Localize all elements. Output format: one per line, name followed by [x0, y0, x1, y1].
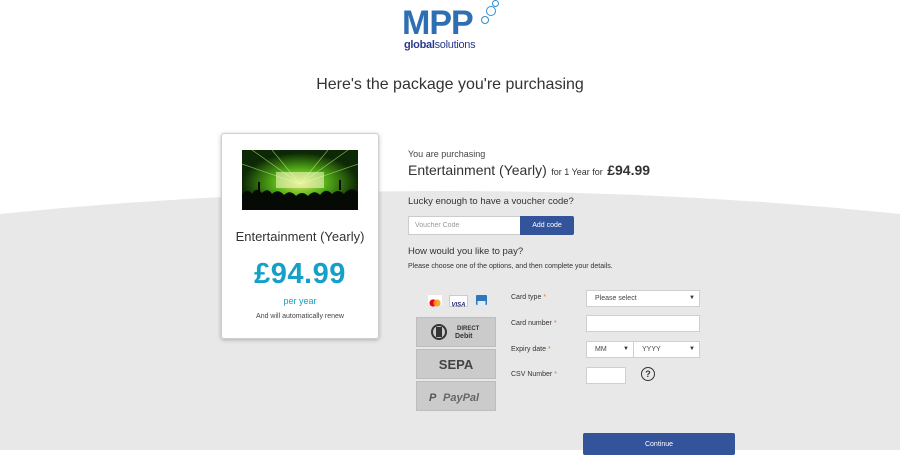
payment-method-direct-debit[interactable]: DIRECT Debit — [416, 317, 496, 347]
continue-button[interactable]: Continue — [583, 433, 735, 455]
mpp-logo: MPP globalsolutions — [402, 0, 502, 52]
card-renew-note: And will automatically renew — [256, 313, 344, 320]
logo-sub-text: globalsolutions — [404, 39, 476, 51]
csv-number-label: CSV Number * — [511, 371, 557, 378]
help-icon[interactable]: ? — [641, 367, 655, 381]
purchasing-label: You are purchasing — [408, 149, 486, 159]
mastercard-icon — [428, 295, 442, 307]
purchase-term: for 1 Year for — [551, 167, 603, 177]
paypal-icon: P PayPal — [429, 392, 480, 404]
page-title: Here's the package you're purchasing — [316, 76, 584, 93]
expiry-date-label: Expiry date * — [511, 346, 551, 353]
payment-method-paypal[interactable]: P PayPal — [416, 381, 496, 411]
expiry-year-select[interactable]: YYYY ▼ — [633, 341, 700, 358]
chevron-down-icon: ▼ — [623, 346, 629, 352]
purchase-summary: Entertainment (Yearly) for 1 Year for £9… — [408, 162, 650, 180]
add-code-button[interactable]: Add code — [520, 216, 574, 235]
chevron-down-icon: ▼ — [689, 295, 695, 301]
card-period: per year — [283, 296, 317, 306]
card-type-label: Card type * — [511, 294, 547, 301]
card-number-label: Card number * — [511, 320, 557, 327]
product-card: Entertainment (Yearly) £94.99 per year A… — [221, 133, 379, 339]
payment-method-card[interactable]: VISA — [416, 287, 496, 317]
chevron-down-icon: ▼ — [689, 346, 695, 352]
svg-text:DIRECT: DIRECT — [457, 326, 480, 332]
logo-bubble-icon — [492, 0, 499, 7]
sepa-icon: SEPA — [439, 357, 474, 372]
card-number-input[interactable] — [586, 315, 700, 332]
svg-text:PayPal: PayPal — [443, 392, 480, 404]
expiry-month-select[interactable]: MM ▼ — [586, 341, 634, 358]
purchase-product: Entertainment (Yearly) — [408, 162, 547, 178]
card-type-select[interactable]: Please select ▼ — [586, 290, 700, 307]
logo-bubble-icon — [486, 6, 496, 16]
csv-number-input[interactable] — [586, 367, 626, 384]
svg-text:P: P — [429, 392, 437, 404]
direct-debit-icon: DIRECT Debit — [431, 324, 480, 340]
logo-bubble-icon — [481, 16, 489, 24]
payment-instructions: Please choose one of the options, and th… — [408, 263, 613, 270]
concert-image — [242, 150, 358, 210]
purchase-price: £94.99 — [607, 162, 651, 178]
voucher-question: Lucky enough to have a voucher code? — [408, 196, 574, 207]
visa-icon: VISA — [449, 295, 469, 309]
svg-text:VISA: VISA — [452, 303, 466, 309]
svg-text:SEPA: SEPA — [439, 357, 474, 372]
payment-method-sepa[interactable]: SEPA — [416, 349, 496, 379]
card-price: £94.99 — [254, 258, 346, 290]
svg-text:Debit: Debit — [455, 333, 473, 340]
amex-icon — [475, 295, 487, 305]
logo-main-text: MPP — [402, 4, 474, 42]
payment-question: How would you like to pay? — [408, 246, 524, 257]
card-product-name: Entertainment (Yearly) — [235, 229, 365, 244]
voucher-code-input[interactable] — [408, 216, 520, 235]
